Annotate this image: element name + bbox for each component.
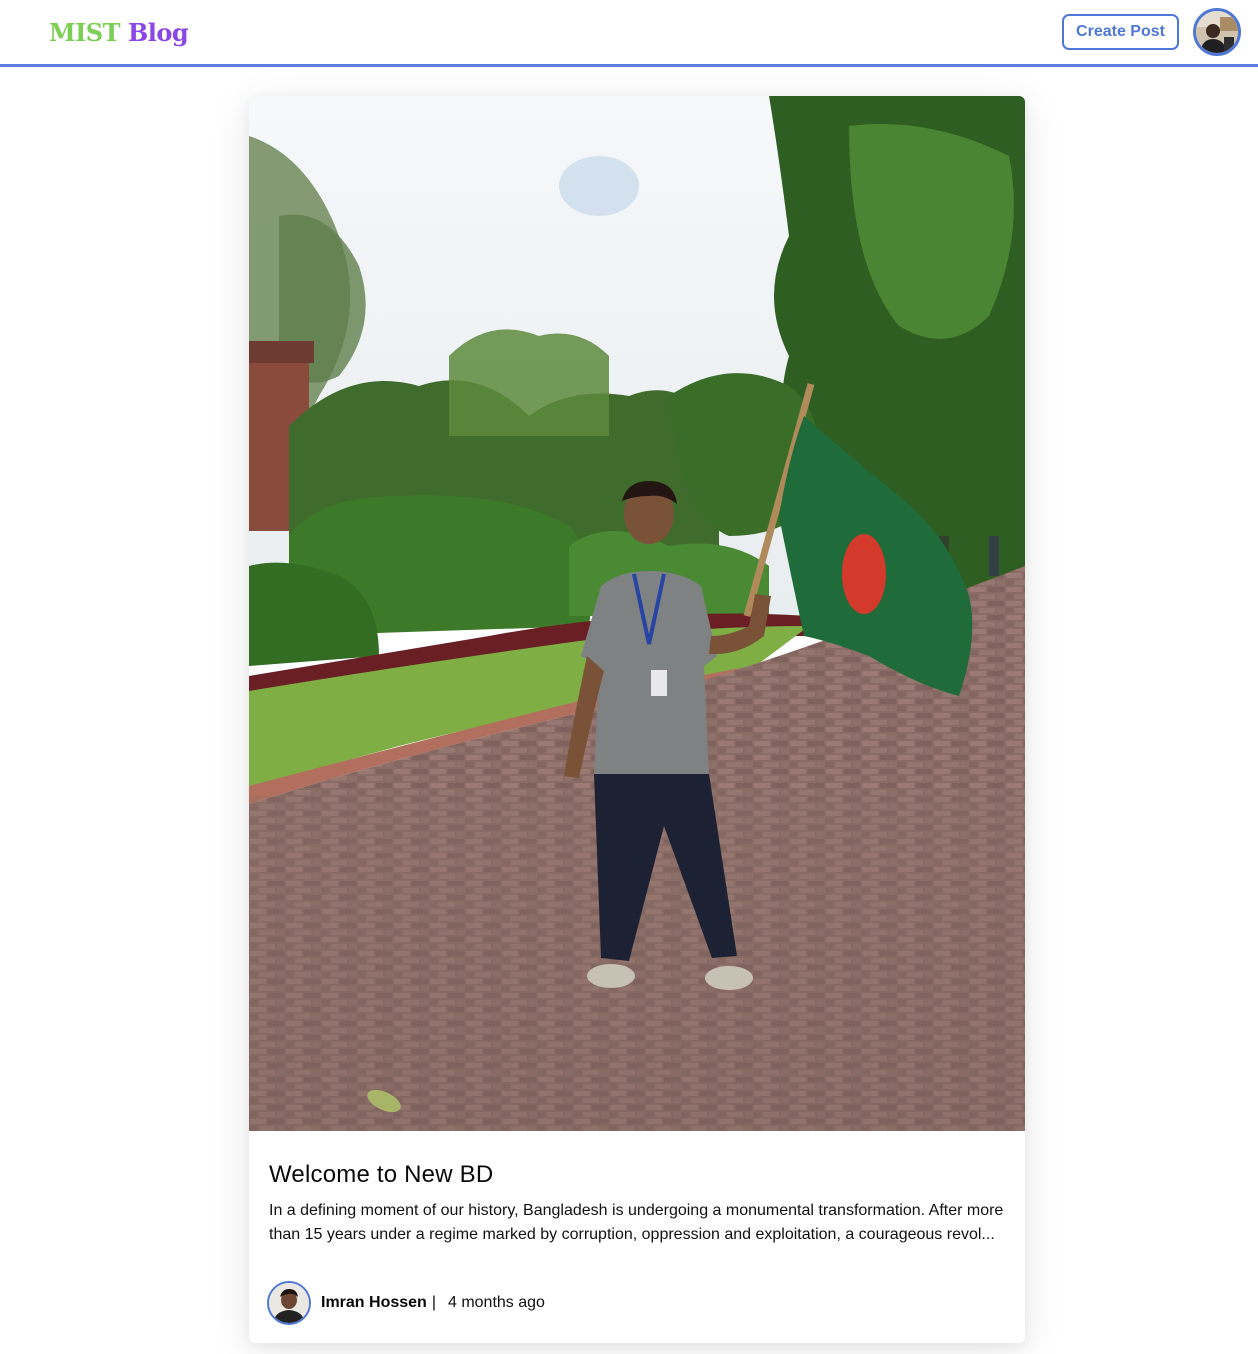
user-avatar-image	[1196, 11, 1238, 53]
post-author-row: Imran Hossen | 4 months ago	[267, 1281, 545, 1325]
author-name[interactable]: Imran Hossen	[321, 1294, 427, 1312]
post-card[interactable]: Welcome to New BD In a defining moment o…	[249, 96, 1025, 1343]
post-cover-image[interactable]	[249, 96, 1025, 1131]
user-avatar[interactable]	[1193, 8, 1241, 56]
post-photo-flag	[249, 96, 1025, 1131]
create-post-button[interactable]: Create Post	[1062, 14, 1179, 50]
author-avatar[interactable]	[267, 1281, 311, 1325]
top-navbar: MIST Blog Create Post	[0, 0, 1258, 67]
post-timestamp: 4 months ago	[447, 1294, 545, 1311]
post-excerpt: In a defining moment of our history, Ban…	[269, 1202, 1004, 1243]
author-avatar-image	[269, 1283, 309, 1323]
site-logo[interactable]: MIST Blog	[49, 17, 189, 49]
author-separator: |	[431, 1294, 436, 1311]
brand-text-blog: Blog	[127, 18, 189, 47]
post-title[interactable]: Welcome to New BD	[269, 1160, 493, 1190]
brand-text-mist: MIST	[49, 18, 120, 47]
